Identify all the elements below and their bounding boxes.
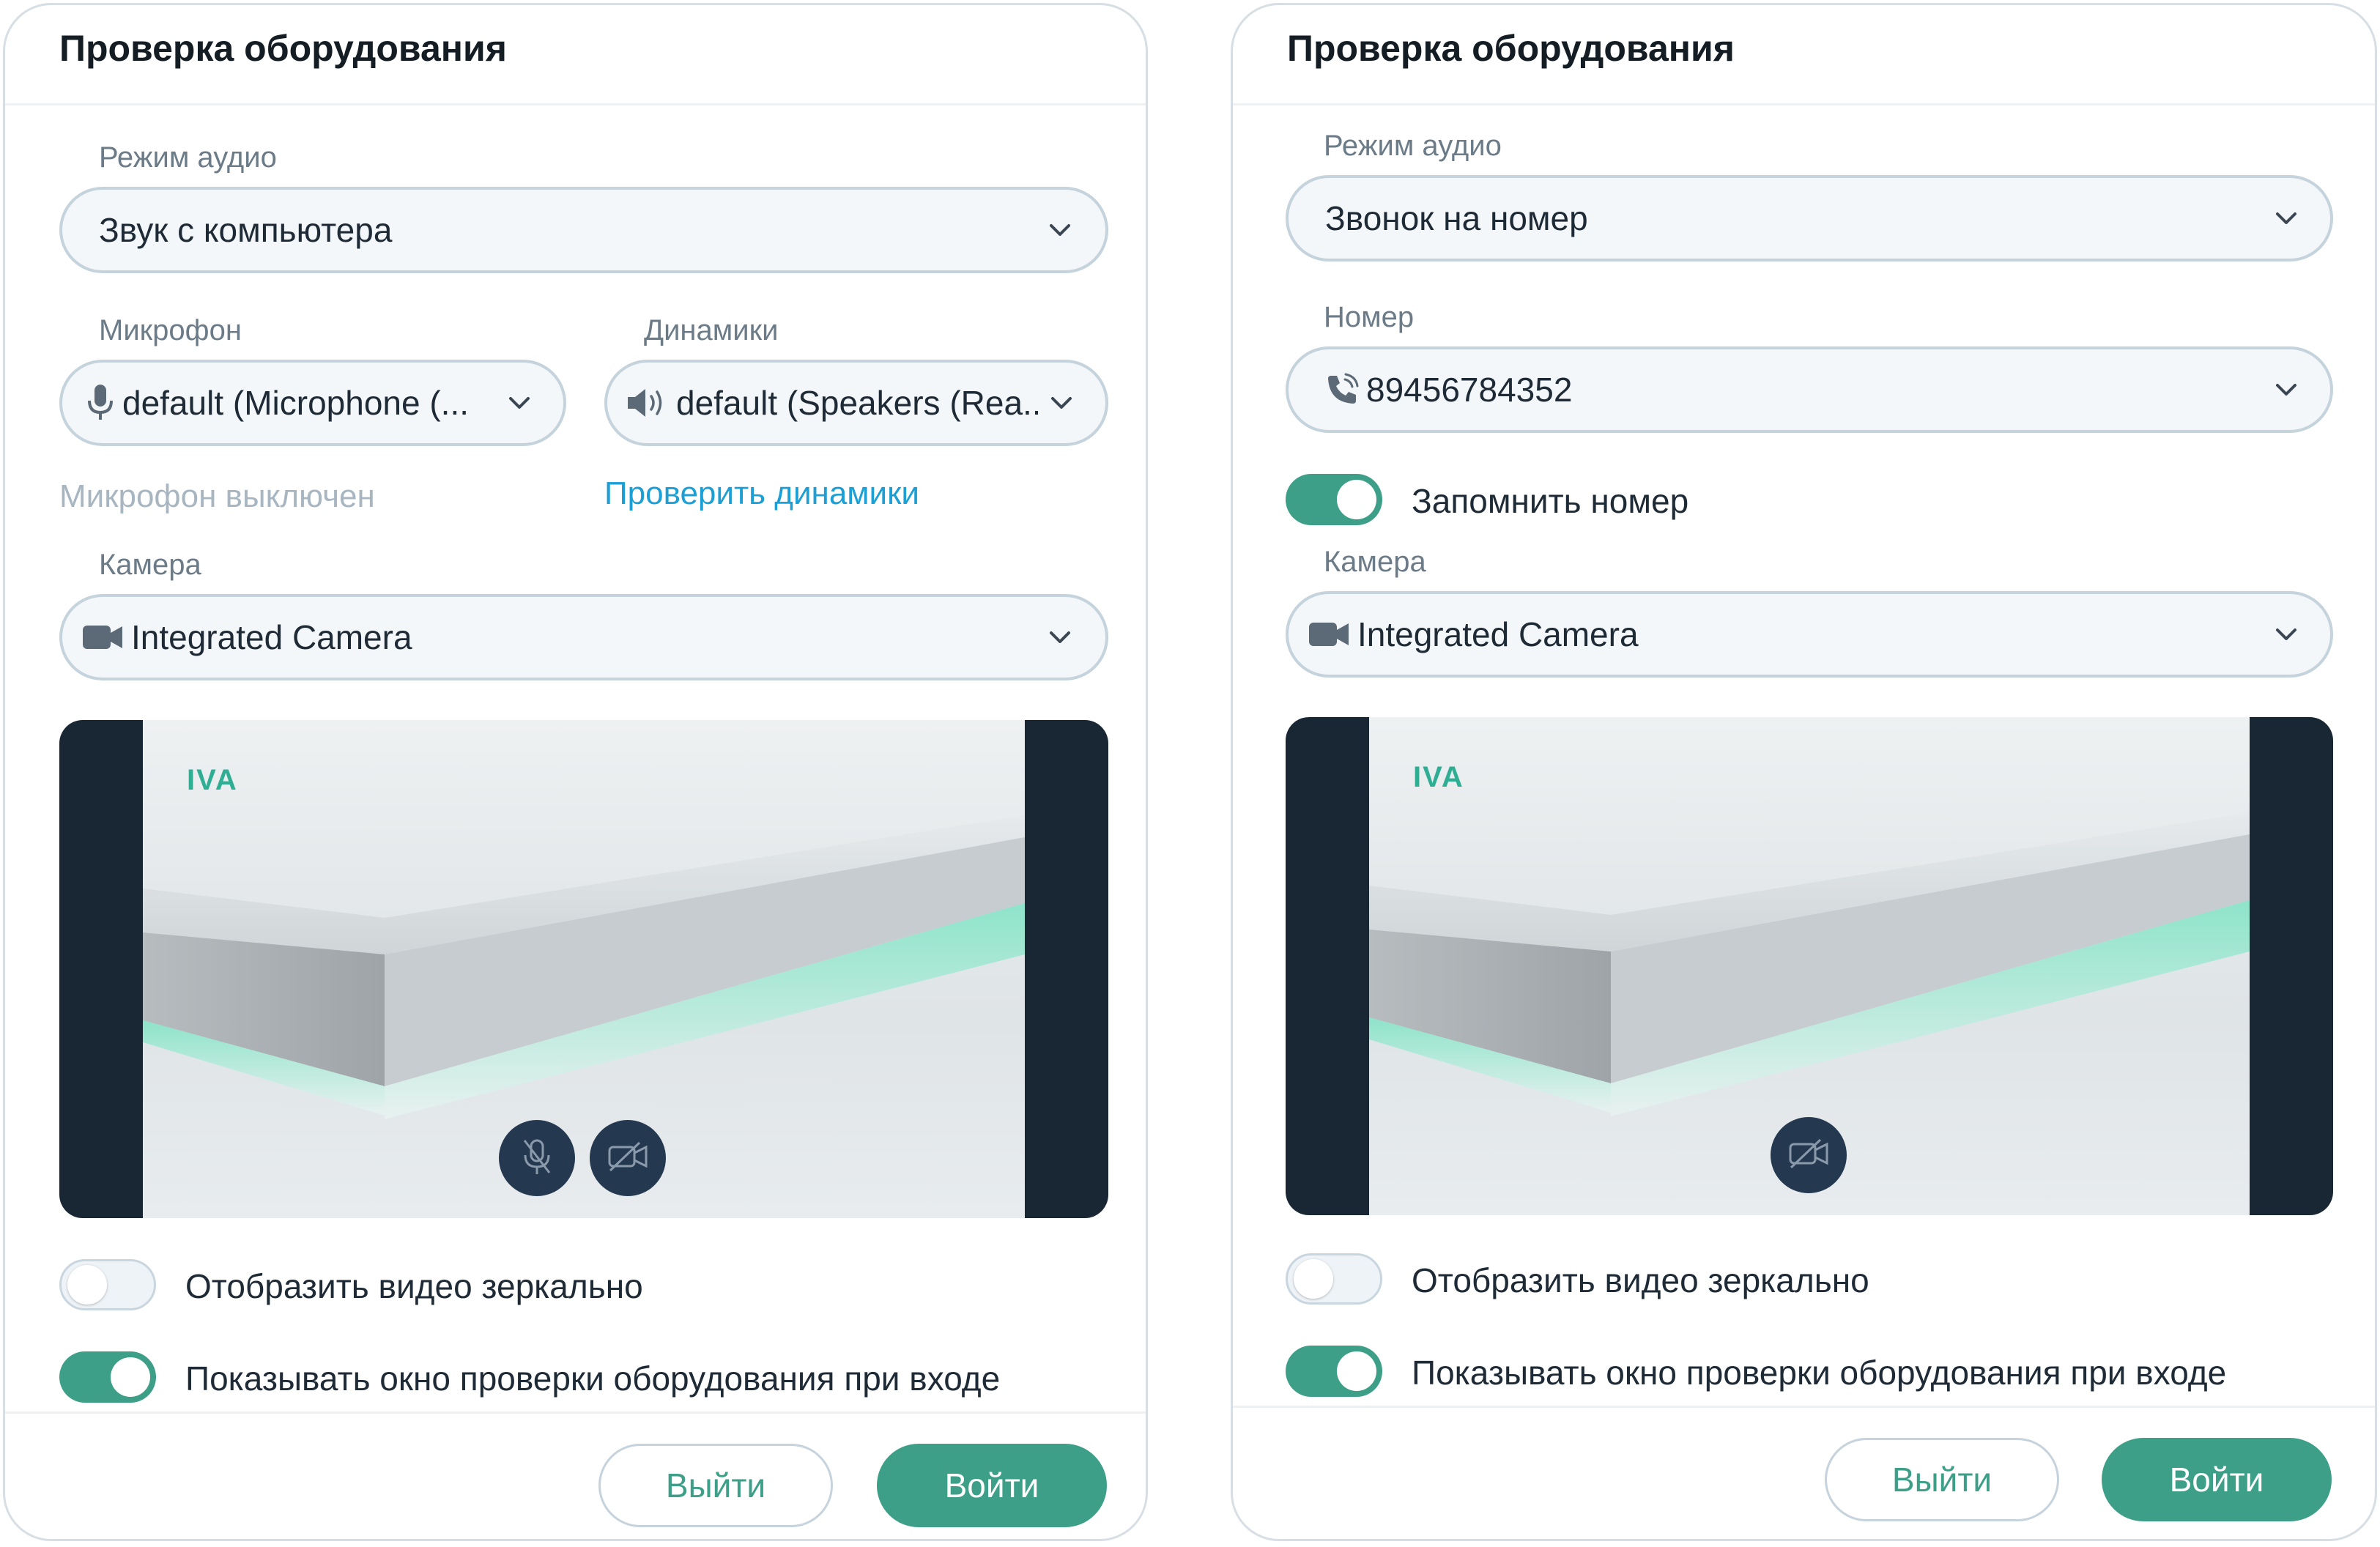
audio-mode-label: Режим аудио — [99, 141, 277, 174]
phone-icon — [1325, 373, 1359, 407]
iva-logo: IVA — [1413, 761, 1464, 793]
audio-mode-select[interactable]: Звонок на номер — [1286, 175, 2333, 261]
video-camera-icon — [1308, 620, 1350, 649]
toggle-microphone-button[interactable] — [499, 1120, 575, 1196]
chevron-down-icon — [2272, 620, 2301, 649]
camera-off-icon — [1787, 1137, 1831, 1174]
equipment-check-dialog-phone-audio: Проверка оборудования Режим аудио Звонок… — [1231, 3, 2377, 1541]
exit-button[interactable]: Выйти — [598, 1444, 833, 1527]
microphone-icon — [86, 383, 115, 423]
mirror-video-label: Отобразить видео зеркально — [185, 1267, 643, 1305]
show-check-window-toggle[interactable] — [59, 1351, 156, 1403]
header-divider — [5, 103, 1146, 105]
toggle-knob — [67, 1265, 107, 1305]
chevron-down-icon — [1045, 623, 1075, 652]
camera-scene-image — [143, 815, 1025, 1119]
chevron-down-icon — [505, 388, 534, 418]
camera-off-icon — [606, 1140, 650, 1177]
chevron-down-icon — [1045, 215, 1075, 245]
show-check-window-label: Показывать окно проверки оборудования пр… — [185, 1359, 1001, 1398]
video-camera-icon — [81, 623, 124, 652]
dialog-title: Проверка оборудования — [1287, 28, 1735, 69]
phone-number-value: 89456784352 — [1366, 371, 1573, 409]
microphone-off-icon — [519, 1136, 555, 1181]
toggle-knob — [1337, 480, 1376, 519]
toggle-knob — [1294, 1259, 1333, 1299]
speakers-label: Динамики — [644, 314, 779, 346]
camera-label: Камера — [99, 549, 201, 581]
remember-number-label: Запомнить номер — [1412, 482, 1689, 520]
camera-value: Integrated Camera — [1357, 615, 1639, 653]
speaker-icon — [625, 386, 669, 420]
microphone-value: default (Microphone (... — [122, 384, 470, 422]
mirror-video-toggle[interactable] — [1286, 1253, 1382, 1305]
audio-mode-label: Режим аудио — [1324, 130, 1502, 162]
microphone-status: Микрофон выключен — [59, 478, 375, 514]
phone-number-select[interactable]: 89456784352 — [1286, 346, 2333, 433]
enter-button[interactable]: Войти — [2102, 1438, 2332, 1521]
speakers-value: default (Speakers (Rea... — [676, 384, 1038, 422]
footer-divider — [5, 1411, 1146, 1414]
show-check-window-label: Показывать окно проверки оборудования пр… — [1412, 1354, 2227, 1392]
speakers-select[interactable]: default (Speakers (Rea... — [604, 360, 1108, 446]
audio-mode-select[interactable]: Звук с компьютера — [59, 187, 1108, 273]
camera-frame: IVA — [143, 720, 1025, 1218]
show-check-window-toggle[interactable] — [1286, 1346, 1382, 1397]
toggle-camera-button[interactable] — [590, 1120, 666, 1196]
test-speakers-link[interactable]: Проверить динамики — [604, 475, 919, 512]
dialog-title: Проверка оборудования — [59, 28, 507, 69]
audio-mode-value: Звонок на номер — [1325, 199, 1588, 237]
camera-select[interactable]: Integrated Camera — [59, 594, 1108, 680]
mirror-video-toggle[interactable] — [59, 1259, 156, 1310]
header-divider — [1233, 103, 2375, 105]
microphone-label: Микрофон — [99, 314, 242, 346]
mirror-video-label: Отобразить видео зеркально — [1412, 1261, 1869, 1299]
toggle-knob — [111, 1357, 150, 1397]
camera-select[interactable]: Integrated Camera — [1286, 591, 2333, 678]
number-label: Номер — [1324, 301, 1415, 333]
toggle-knob — [1337, 1351, 1376, 1391]
equipment-check-dialog-computer-audio: Проверка оборудования Режим аудио Звук с… — [3, 3, 1148, 1541]
iva-logo: IVA — [187, 764, 238, 796]
remember-number-toggle[interactable] — [1286, 474, 1382, 525]
toggle-camera-button[interactable] — [1771, 1117, 1847, 1193]
chevron-down-icon — [1047, 388, 1076, 418]
enter-button[interactable]: Войти — [877, 1444, 1107, 1527]
chevron-down-icon — [2272, 204, 2301, 233]
footer-divider — [1233, 1406, 2375, 1408]
camera-preview: IVA — [59, 720, 1108, 1218]
chevron-down-icon — [2272, 375, 2301, 404]
microphone-select[interactable]: default (Microphone (... — [59, 360, 566, 446]
camera-value: Integrated Camera — [131, 618, 412, 656]
camera-label: Камера — [1324, 546, 1426, 578]
exit-button[interactable]: Выйти — [1825, 1438, 2059, 1521]
camera-preview: IVA — [1286, 717, 2333, 1215]
audio-mode-value: Звук с компьютера — [99, 211, 393, 249]
